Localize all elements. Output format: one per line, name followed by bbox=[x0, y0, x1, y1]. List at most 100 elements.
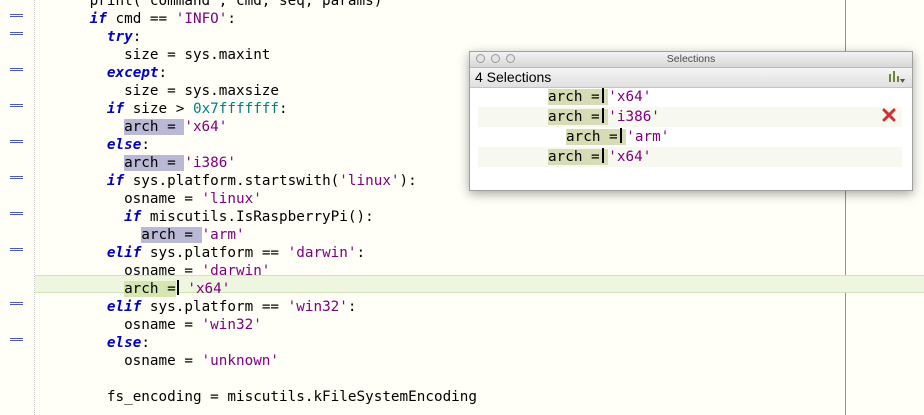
selection-row[interactable]: arch = 'arm' bbox=[478, 127, 902, 147]
code-token: osname = bbox=[124, 263, 202, 279]
selection-cursor bbox=[602, 108, 605, 123]
code-line[interactable]: arch = 'i386' bbox=[38, 154, 236, 172]
string-token: 'INFO' bbox=[175, 11, 228, 27]
code-line[interactable]: osname = 'linux' bbox=[38, 190, 262, 208]
code-line[interactable]: if miscutils.IsRaspberryPi(): bbox=[38, 208, 374, 226]
panel-title: Selections bbox=[666, 53, 716, 65]
code-token: cmd == bbox=[106, 11, 176, 27]
code-line[interactable]: print( command , cmd, seq, params) bbox=[38, 0, 383, 10]
selection-cursor bbox=[602, 148, 605, 163]
code-token: print( command , cmd, seq, params) bbox=[89, 0, 383, 9]
keyword-token: else bbox=[106, 137, 142, 153]
code-line[interactable]: osname = 'unknown' bbox=[38, 352, 279, 370]
code-line[interactable]: arch = 'x64' bbox=[38, 118, 227, 136]
code-line[interactable]: osname = 'darwin' bbox=[38, 262, 270, 280]
selection-text: arch = bbox=[548, 109, 609, 125]
code-token: sys.platform == bbox=[141, 299, 288, 315]
number-token: 0x7fffffff bbox=[192, 101, 280, 117]
selection-row[interactable]: arch = 'x64' bbox=[478, 87, 902, 107]
string-token: 'win32' bbox=[287, 299, 348, 315]
selection-text: arch = bbox=[548, 149, 609, 165]
keyword-token: if bbox=[89, 11, 107, 27]
code-line[interactable]: elif sys.platform == 'win32': bbox=[38, 298, 357, 316]
string-token: 'unknown' bbox=[201, 353, 280, 369]
code-line[interactable]: if sys.platform.startswith('linux'): bbox=[38, 172, 417, 190]
selection-count: 4 Selections bbox=[475, 69, 552, 85]
selections-header: 4 Selections bbox=[470, 68, 912, 88]
settings-icon[interactable] bbox=[888, 70, 906, 85]
selection-value: 'x64' bbox=[608, 149, 652, 165]
code-token: : bbox=[279, 101, 288, 117]
string-token: 'linux' bbox=[201, 191, 262, 207]
string-token: 'x64' bbox=[187, 281, 231, 297]
code-line[interactable]: elif sys.platform == 'darwin': bbox=[38, 244, 365, 262]
string-token: 'darwin' bbox=[201, 263, 271, 279]
code-token: osname = bbox=[124, 317, 202, 333]
keyword-token: elif bbox=[106, 299, 142, 315]
keyword-token: elif bbox=[106, 245, 142, 261]
code-line[interactable]: if size > 0x7fffffff: bbox=[38, 100, 288, 118]
selected-text: arch = bbox=[124, 119, 185, 135]
selected-text: arch = bbox=[141, 227, 202, 243]
keyword-token: if bbox=[106, 173, 125, 189]
close-icon[interactable] bbox=[881, 107, 897, 123]
code-line[interactable]: size = sys.maxsize bbox=[38, 82, 279, 100]
code-token: : bbox=[356, 245, 366, 261]
selection-row[interactable]: arch = 'x64' bbox=[478, 147, 902, 167]
keyword-token: except bbox=[106, 65, 159, 81]
selected-text: arch = bbox=[124, 281, 176, 297]
code-token: sys.platform == bbox=[141, 245, 288, 261]
code-line[interactable]: except: bbox=[38, 64, 167, 82]
code-token: : bbox=[141, 137, 150, 153]
code-line[interactable]: osname = 'win32' bbox=[38, 316, 262, 334]
selection-text: arch = bbox=[566, 129, 627, 145]
panel-titlebar[interactable]: Selections bbox=[470, 52, 912, 68]
code-token: size = sys.maxint bbox=[124, 47, 271, 63]
code-token: size > bbox=[124, 101, 193, 117]
selection-value: 'arm' bbox=[626, 129, 670, 145]
selection-cursor bbox=[602, 88, 605, 103]
code-token: : bbox=[158, 65, 168, 81]
string-token: 'darwin' bbox=[287, 245, 357, 261]
keyword-token: else bbox=[106, 335, 142, 351]
code-line[interactable]: try: bbox=[38, 28, 141, 46]
string-token: 'win32' bbox=[201, 317, 262, 333]
code-token: osname = bbox=[124, 353, 202, 369]
code-token: size = sys.maxsize bbox=[124, 83, 280, 99]
code-token: osname = bbox=[124, 191, 202, 207]
string-token: 'arm' bbox=[201, 227, 245, 243]
code-line[interactable]: fs_encoding = miscutils.kFileSystemEncod… bbox=[38, 388, 477, 406]
selected-text: arch = bbox=[124, 155, 185, 171]
code-token: ): bbox=[399, 173, 417, 189]
code-token: : bbox=[132, 29, 142, 45]
code-line[interactable]: arch = 'x64' bbox=[38, 280, 230, 298]
selection-cursor bbox=[620, 128, 623, 143]
code-line[interactable]: arch = 'arm' bbox=[38, 226, 245, 244]
keyword-token: if bbox=[106, 101, 125, 117]
selection-row[interactable]: arch = 'i386' bbox=[478, 107, 902, 127]
selection-text: arch = bbox=[548, 89, 609, 105]
code-line[interactable]: if cmd == 'INFO': bbox=[38, 10, 236, 28]
keyword-token: try bbox=[106, 29, 133, 45]
code-token: : bbox=[227, 11, 237, 27]
code-line[interactable]: else: bbox=[38, 334, 150, 352]
keyword-token: if bbox=[124, 209, 142, 225]
code-line[interactable]: else: bbox=[38, 136, 150, 154]
code-line[interactable]: size = sys.maxint bbox=[38, 46, 270, 64]
